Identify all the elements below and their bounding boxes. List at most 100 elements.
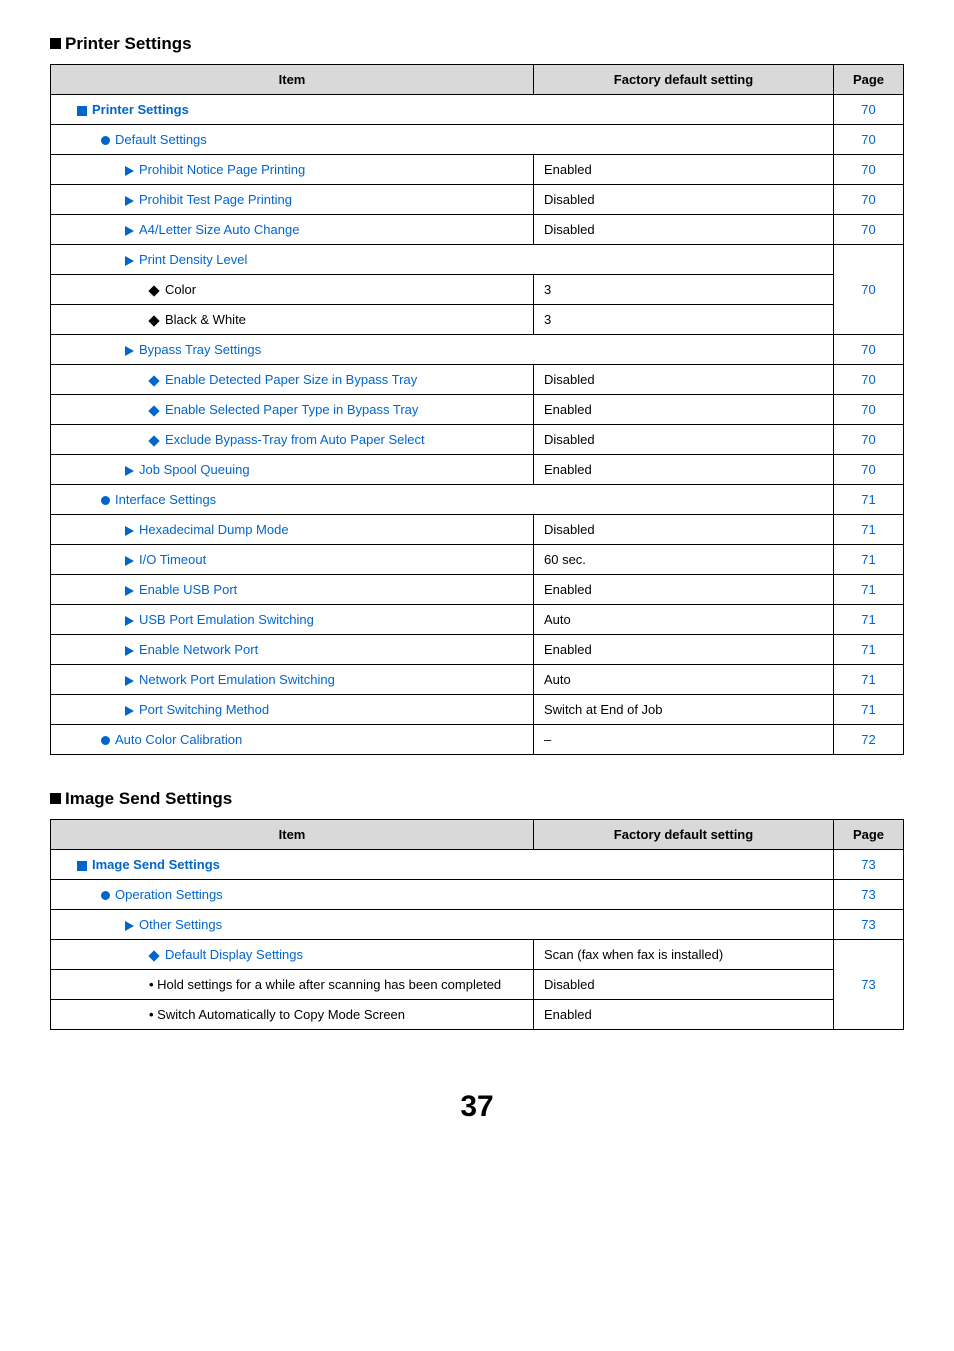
- circle-icon: [101, 736, 110, 745]
- link-text[interactable]: I/O Timeout: [139, 552, 206, 567]
- link-text[interactable]: Enable Detected Paper Size in Bypass Tra…: [165, 372, 417, 387]
- link-text[interactable]: Print Density Level: [139, 252, 247, 267]
- link-text[interactable]: Hexadecimal Dump Mode: [139, 522, 289, 537]
- table-row: Print Density Level70: [51, 245, 904, 275]
- link-text[interactable]: Default Settings: [115, 132, 207, 147]
- page-cell[interactable]: 71: [834, 695, 904, 725]
- factory-cell: Switch at End of Job: [534, 695, 834, 725]
- factory-cell: Disabled: [534, 970, 834, 1000]
- factory-cell: –: [534, 725, 834, 755]
- table-row: Image Send Settings 73: [51, 850, 904, 880]
- page-cell[interactable]: 73: [834, 880, 904, 910]
- item-cell: Enable Selected Paper Type in Bypass Tra…: [51, 395, 534, 425]
- table-row: Prohibit Notice Page Printing Enabled70: [51, 155, 904, 185]
- page-cell[interactable]: 73: [834, 910, 904, 940]
- table-header: Item: [51, 65, 534, 95]
- table-header: Factory default setting: [534, 65, 834, 95]
- circle-icon: [101, 496, 110, 505]
- table-row: • Hold settings for a while after scanni…: [51, 970, 904, 1000]
- table-row: Operation Settings 73: [51, 880, 904, 910]
- item-cell: Other Settings: [51, 910, 834, 940]
- table-row: • Switch Automatically to Copy Mode Scre…: [51, 1000, 904, 1030]
- bullet-icon: •: [149, 977, 157, 992]
- link-text[interactable]: Job Spool Queuing: [139, 462, 250, 477]
- page-cell[interactable]: 70: [834, 455, 904, 485]
- triangle-icon: [125, 526, 134, 536]
- link-text[interactable]: Operation Settings: [115, 887, 223, 902]
- page-cell[interactable]: 70: [834, 335, 904, 365]
- item-cell: Port Switching Method: [51, 695, 534, 725]
- section-title: Printer Settings: [50, 34, 904, 54]
- page-cell[interactable]: 70: [834, 155, 904, 185]
- page-cell[interactable]: 72: [834, 725, 904, 755]
- item-cell: Printer Settings: [51, 95, 834, 125]
- page-cell[interactable]: 70: [834, 95, 904, 125]
- table-row: Enable Selected Paper Type in Bypass Tra…: [51, 395, 904, 425]
- link-text[interactable]: Port Switching Method: [139, 702, 269, 717]
- square-icon: [77, 106, 87, 116]
- link-text[interactable]: Printer Settings: [92, 102, 189, 117]
- factory-cell: Disabled: [534, 365, 834, 395]
- table-row: Network Port Emulation SwitchingAuto71: [51, 665, 904, 695]
- link-text[interactable]: A4/Letter Size Auto Change: [139, 222, 299, 237]
- triangle-icon: [125, 676, 134, 686]
- item-cell: Image Send Settings: [51, 850, 834, 880]
- page-cell[interactable]: 71: [834, 545, 904, 575]
- link-text[interactable]: Prohibit Test Page Printing: [139, 192, 292, 207]
- item-cell: Operation Settings: [51, 880, 834, 910]
- page-cell[interactable]: 71: [834, 575, 904, 605]
- link-text[interactable]: Interface Settings: [115, 492, 216, 507]
- factory-cell: Enabled: [534, 155, 834, 185]
- link-text[interactable]: Image Send Settings: [92, 857, 220, 872]
- item-cell: Job Spool Queuing: [51, 455, 534, 485]
- table-row: Job Spool QueuingEnabled70: [51, 455, 904, 485]
- diamond-icon: [148, 285, 159, 296]
- item-cell: Hexadecimal Dump Mode: [51, 515, 534, 545]
- table-header: Page: [834, 820, 904, 850]
- page-cell[interactable]: 70: [834, 395, 904, 425]
- factory-cell: Disabled: [534, 425, 834, 455]
- link-text[interactable]: Default Display Settings: [165, 947, 303, 962]
- factory-cell: Disabled: [534, 215, 834, 245]
- link-text[interactable]: Prohibit Notice Page Printing: [139, 162, 305, 177]
- triangle-icon: [125, 466, 134, 476]
- link-text[interactable]: Exclude Bypass-Tray from Auto Paper Sele…: [165, 432, 425, 447]
- table-row: Black & White3: [51, 305, 904, 335]
- link-text[interactable]: Network Port Emulation Switching: [139, 672, 335, 687]
- page-cell[interactable]: 71: [834, 515, 904, 545]
- circle-icon: [101, 891, 110, 900]
- page-cell[interactable]: 71: [834, 605, 904, 635]
- table-row: A4/Letter Size Auto Change Disabled70: [51, 215, 904, 245]
- table-row: Bypass Tray Settings 70: [51, 335, 904, 365]
- item-cell: Auto Color Calibration: [51, 725, 534, 755]
- page-cell[interactable]: 71: [834, 635, 904, 665]
- item-label: Black & White: [165, 312, 246, 327]
- page-cell[interactable]: 73: [834, 850, 904, 880]
- factory-cell: Enabled: [534, 575, 834, 605]
- square-icon: [77, 861, 87, 871]
- settings-table: ItemFactory default settingPageImage Sen…: [50, 819, 904, 1030]
- item-cell: Prohibit Notice Page Printing: [51, 155, 534, 185]
- page-cell[interactable]: 70: [834, 365, 904, 395]
- page-cell[interactable]: 70: [834, 425, 904, 455]
- item-cell: Exclude Bypass-Tray from Auto Paper Sele…: [51, 425, 534, 455]
- link-text[interactable]: Enable USB Port: [139, 582, 237, 597]
- page-cell[interactable]: 71: [834, 665, 904, 695]
- link-text[interactable]: Bypass Tray Settings: [139, 342, 261, 357]
- link-text[interactable]: Enable Selected Paper Type in Bypass Tra…: [165, 402, 418, 417]
- factory-cell: Disabled: [534, 515, 834, 545]
- page-cell[interactable]: 70: [834, 185, 904, 215]
- link-text[interactable]: USB Port Emulation Switching: [139, 612, 314, 627]
- page-cell[interactable]: 71: [834, 485, 904, 515]
- link-text[interactable]: Enable Network Port: [139, 642, 258, 657]
- factory-cell: Disabled: [534, 185, 834, 215]
- diamond-icon: [148, 435, 159, 446]
- link-text[interactable]: Auto Color Calibration: [115, 732, 242, 747]
- settings-table: ItemFactory default settingPagePrinter S…: [50, 64, 904, 755]
- page-cell[interactable]: 70: [834, 125, 904, 155]
- link-text[interactable]: Other Settings: [139, 917, 222, 932]
- item-cell: Enable Network Port: [51, 635, 534, 665]
- factory-cell: Scan (fax when fax is installed): [534, 940, 834, 970]
- factory-cell: Enabled: [534, 1000, 834, 1030]
- page-cell[interactable]: 70: [834, 215, 904, 245]
